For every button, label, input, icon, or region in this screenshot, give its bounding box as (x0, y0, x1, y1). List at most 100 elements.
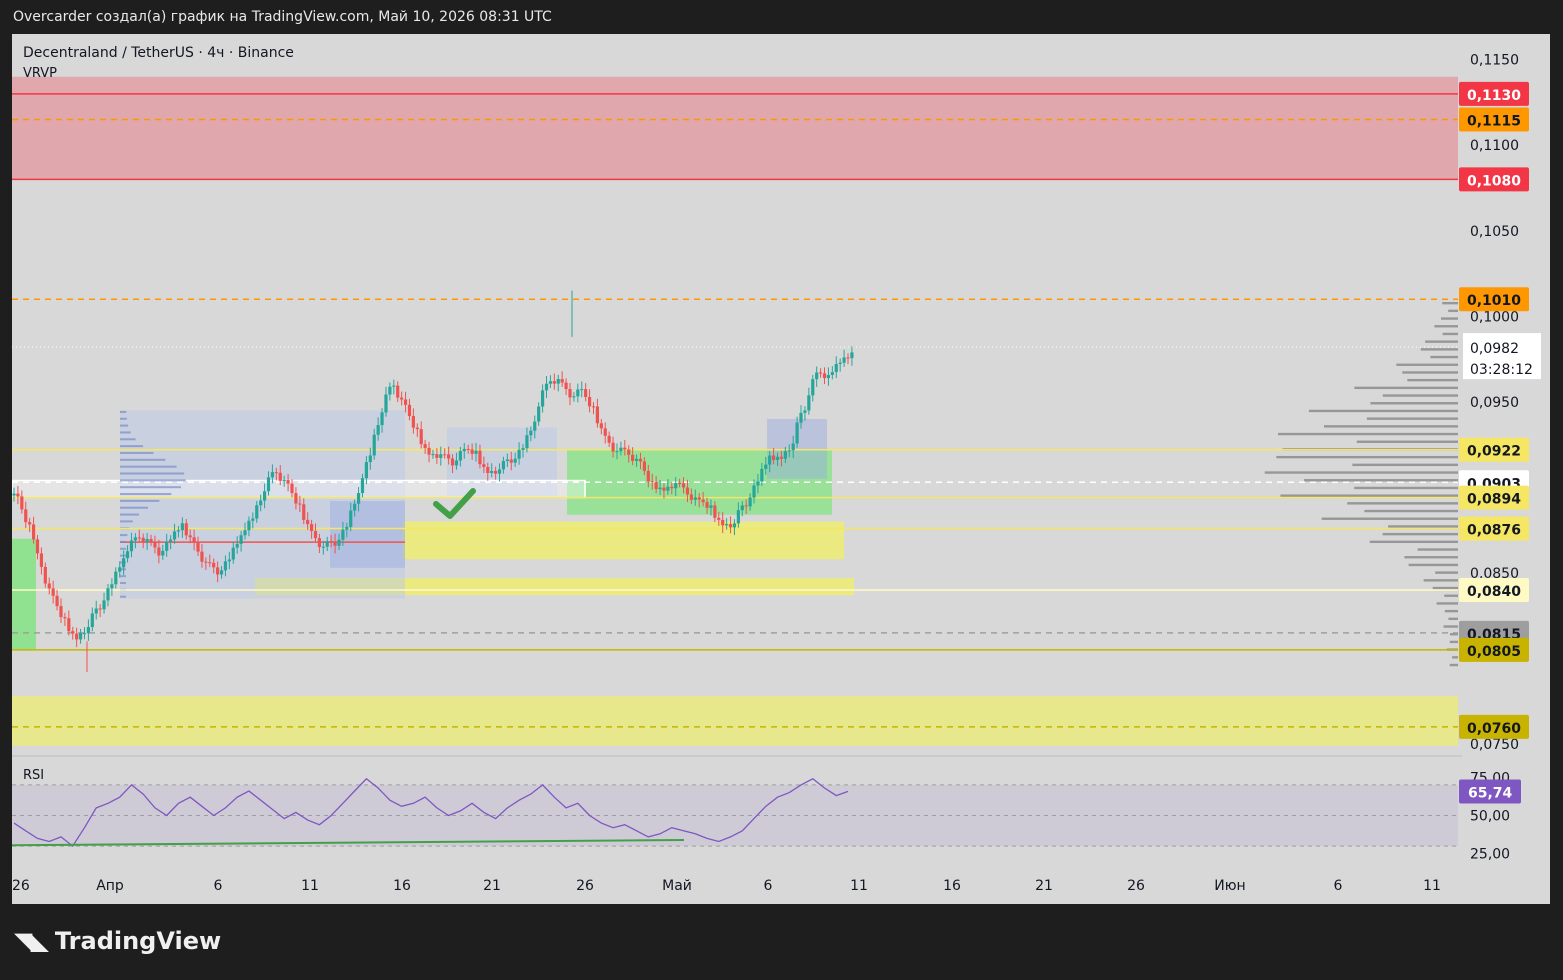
candle (689, 494, 693, 500)
candle (419, 429, 423, 445)
candle (345, 526, 349, 530)
candle (403, 399, 408, 405)
time-tick: Апр (96, 878, 124, 894)
candle (400, 397, 404, 400)
candle (556, 379, 560, 384)
vrvp-bar (1352, 463, 1458, 467)
zone-demand (402, 521, 844, 560)
price-label-text: 0,0876 (1467, 522, 1521, 538)
candle (725, 524, 729, 526)
candle (102, 600, 106, 610)
candle (756, 481, 760, 486)
candle (576, 389, 580, 397)
range-box (12, 479, 586, 499)
symbol-legend[interactable]: Decentraland / TetherUS · 4ч · Binance (23, 45, 294, 61)
candle (431, 454, 435, 456)
candle (290, 483, 294, 494)
candle (356, 493, 361, 504)
candle (364, 462, 368, 479)
candle (552, 381, 556, 384)
candle (407, 404, 412, 417)
candle (815, 372, 819, 380)
candle (764, 464, 768, 469)
candle (306, 519, 310, 525)
candle (118, 567, 122, 572)
time-tick: 11 (301, 878, 319, 894)
candle (392, 385, 396, 387)
price-label-text: 0,1010 (1467, 293, 1521, 309)
candle (638, 458, 643, 462)
candle (75, 633, 79, 640)
candle (172, 531, 177, 540)
vrvp-bar (1420, 348, 1458, 351)
candle (709, 505, 713, 508)
candle (63, 617, 67, 619)
candle (599, 423, 603, 429)
vrvp-bar (1435, 571, 1458, 574)
candle (255, 505, 259, 519)
vrvp-left-bar (120, 424, 129, 427)
vrvp-bar (1364, 509, 1458, 513)
candle (678, 483, 682, 485)
vrvp-bar (1444, 609, 1458, 613)
vrvp-bar (1436, 602, 1458, 605)
vrvp-bar (1434, 325, 1458, 328)
price-label-text: 0,1080 (1467, 173, 1521, 189)
price-chart[interactable]: 0,11500,11000,10500,10000,09500,08500,07… (12, 34, 1550, 904)
candle (634, 458, 639, 461)
candle (587, 396, 592, 407)
candle (192, 537, 196, 543)
candle (360, 478, 365, 494)
candle (309, 524, 314, 532)
price-tick: 0,1150 (1470, 53, 1519, 69)
candle (133, 537, 137, 541)
rsi-tick: 50,00 (1470, 809, 1510, 825)
candle (548, 381, 553, 384)
candle (826, 375, 831, 379)
candle (685, 487, 690, 495)
vrvp-bar (1304, 479, 1458, 482)
vrvp-bar (1440, 317, 1458, 320)
price-tick: 0,1000 (1470, 309, 1519, 325)
vrvp-bar (1443, 625, 1458, 628)
vrvp-bar (1432, 586, 1458, 590)
candle (537, 406, 541, 422)
vrvp-left-bar (120, 472, 185, 475)
candle (517, 449, 521, 459)
vrvp-legend[interactable]: VRVP (23, 66, 57, 81)
candle (161, 550, 165, 556)
candle (313, 531, 318, 539)
candle (43, 566, 47, 584)
chart-panel[interactable]: 0,1150 0,1100 0,1050 0,1000 0,0950 0,0850 0,07… (12, 34, 1550, 904)
candle (129, 540, 134, 552)
candle (736, 510, 740, 524)
candle (681, 483, 686, 488)
countdown: 03:28:12 (1470, 362, 1533, 378)
candle (216, 567, 220, 575)
candle (505, 459, 509, 461)
candle (509, 459, 513, 463)
candle (298, 503, 302, 505)
candle (564, 382, 568, 389)
candle (90, 613, 94, 628)
candle (838, 362, 842, 365)
candle (55, 595, 59, 607)
vrvp-left-bar (120, 520, 133, 523)
candle (462, 448, 466, 452)
candle (482, 464, 486, 468)
candle (380, 412, 384, 426)
vrvp-left-bar (120, 417, 127, 420)
candle (591, 406, 596, 408)
vrvp-bar (1356, 440, 1458, 443)
price-label-text: 0,1130 (1467, 88, 1521, 104)
candle (607, 435, 611, 443)
candle (619, 447, 623, 452)
rsi-legend[interactable]: RSI (23, 768, 44, 783)
brand-name: TradingView (54, 927, 222, 955)
candle (149, 539, 153, 542)
candle (94, 608, 98, 614)
candle (466, 448, 470, 450)
time-tick: 26 (576, 878, 594, 894)
last-price-value: 0,0982 (1470, 341, 1519, 357)
candle (717, 517, 721, 520)
